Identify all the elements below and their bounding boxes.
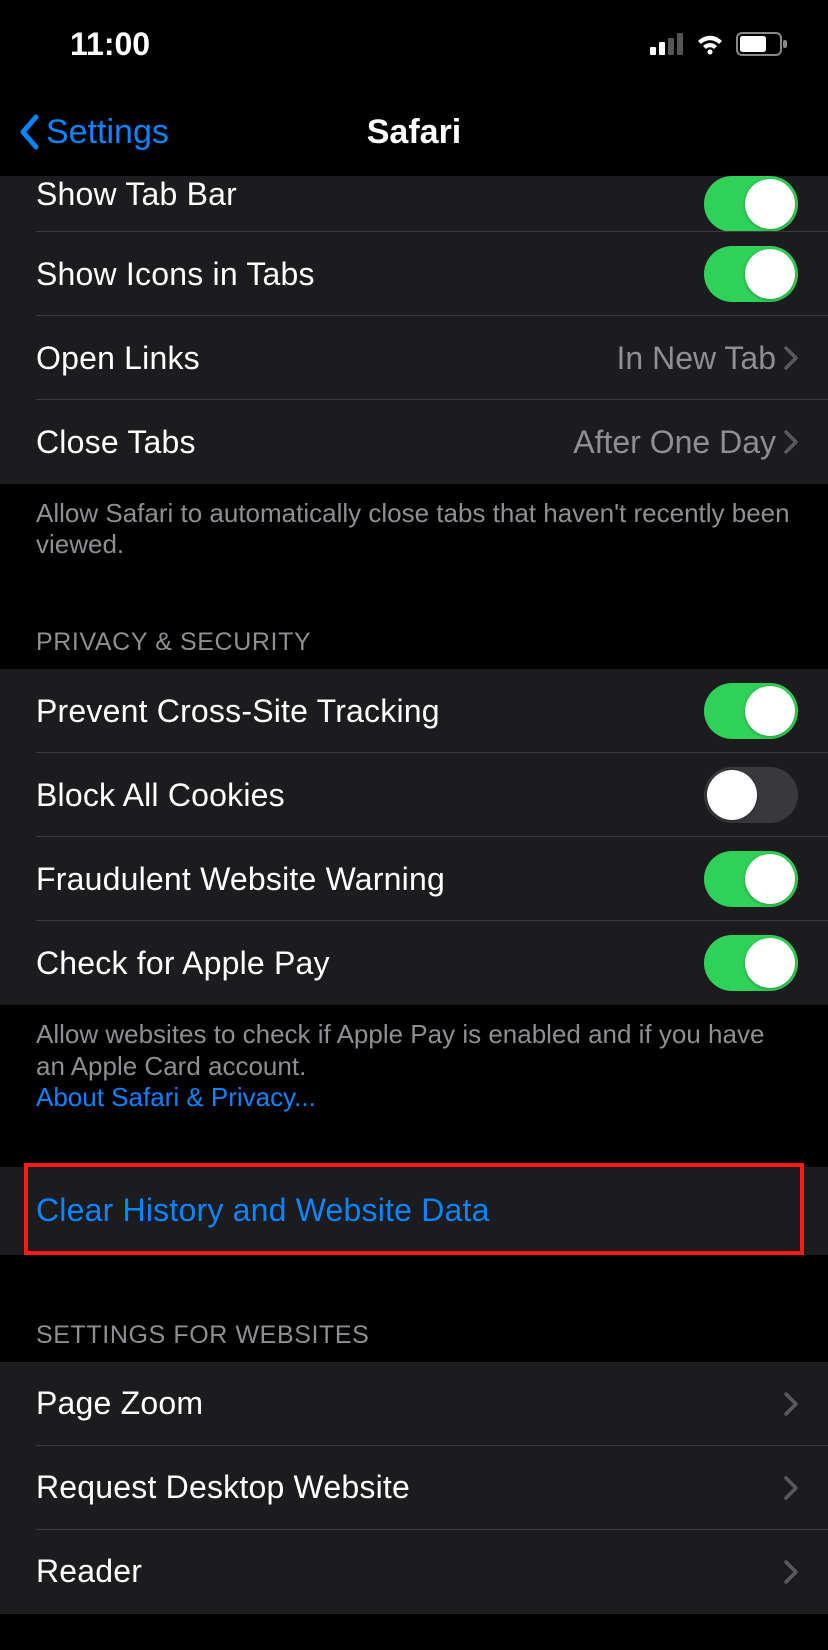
row-label: Show Tab Bar	[36, 176, 237, 213]
row-clear-history[interactable]: Clear History and Website Data	[0, 1167, 828, 1255]
row-prevent-cross-site-tracking[interactable]: Prevent Cross-Site Tracking	[0, 669, 828, 753]
status-indicators	[650, 32, 788, 56]
toggle-prevent-tracking[interactable]	[704, 683, 798, 739]
clear-history-label: Clear History and Website Data	[36, 1192, 490, 1229]
status-bar: 11:00	[0, 0, 828, 88]
row-open-links[interactable]: Open Links In New Tab	[0, 316, 828, 400]
cellular-icon	[650, 33, 684, 55]
chevron-right-icon	[784, 1476, 798, 1500]
back-button[interactable]: Settings	[0, 113, 169, 152]
row-request-desktop-website[interactable]: Request Desktop Website	[0, 1446, 828, 1530]
chevron-left-icon	[18, 114, 40, 150]
battery-icon	[736, 32, 788, 56]
chevron-right-icon	[784, 430, 798, 454]
row-label: Page Zoom	[36, 1385, 203, 1422]
row-label: Fraudulent Website Warning	[36, 861, 445, 898]
privacy-header: PRIVACY & SECURITY	[0, 588, 828, 669]
privacy-group: Prevent Cross-Site Tracking Block All Co…	[0, 669, 828, 1005]
clear-history-group: Clear History and Website Data	[0, 1167, 828, 1255]
chevron-right-icon	[784, 346, 798, 370]
row-label: Request Desktop Website	[36, 1469, 410, 1506]
row-block-all-cookies[interactable]: Block All Cookies	[0, 753, 828, 837]
back-label: Settings	[46, 113, 169, 152]
about-safari-privacy-link[interactable]: About Safari & Privacy...	[36, 1082, 316, 1112]
nav-bar: Settings Safari	[0, 88, 828, 176]
row-label: Reader	[36, 1553, 142, 1590]
tabs-group: Show Tab Bar Show Icons in Tabs Open Lin…	[0, 176, 828, 484]
row-close-tabs[interactable]: Close Tabs After One Day	[0, 400, 828, 484]
privacy-footer: Allow websites to check if Apple Pay is …	[0, 1005, 828, 1141]
row-label: Block All Cookies	[36, 777, 285, 814]
chevron-right-icon	[784, 1560, 798, 1584]
chevron-right-icon	[784, 1392, 798, 1416]
row-label: Open Links	[36, 340, 200, 377]
toggle-check-apple-pay[interactable]	[704, 935, 798, 991]
toggle-show-icons[interactable]	[704, 246, 798, 302]
tabs-footer: Allow Safari to automatically close tabs…	[0, 484, 828, 588]
wifi-icon	[694, 32, 726, 56]
row-page-zoom[interactable]: Page Zoom	[0, 1362, 828, 1446]
row-show-tab-bar[interactable]: Show Tab Bar	[0, 176, 828, 232]
settings-list[interactable]: Show Tab Bar Show Icons in Tabs Open Lin…	[0, 176, 828, 1650]
privacy-footer-text: Allow websites to check if Apple Pay is …	[36, 1019, 764, 1080]
row-label: Show Icons in Tabs	[36, 256, 315, 293]
row-value: In New Tab	[617, 340, 777, 377]
row-fraudulent-website-warning[interactable]: Fraudulent Website Warning	[0, 837, 828, 921]
row-show-icons-in-tabs[interactable]: Show Icons in Tabs	[0, 232, 828, 316]
row-value: After One Day	[573, 424, 776, 461]
row-label: Prevent Cross-Site Tracking	[36, 693, 440, 730]
row-label: Close Tabs	[36, 424, 196, 461]
websites-group: Page Zoom Request Desktop Website Reader	[0, 1362, 828, 1614]
toggle-block-cookies[interactable]	[704, 767, 798, 823]
row-reader[interactable]: Reader	[0, 1530, 828, 1614]
row-label: Check for Apple Pay	[36, 945, 330, 982]
row-check-for-apple-pay[interactable]: Check for Apple Pay	[0, 921, 828, 1005]
toggle-fraud-warning[interactable]	[704, 851, 798, 907]
websites-header: SETTINGS FOR WEBSITES	[0, 1255, 828, 1362]
toggle-show-tab-bar[interactable]	[704, 176, 798, 232]
status-time: 11:00	[70, 26, 150, 63]
